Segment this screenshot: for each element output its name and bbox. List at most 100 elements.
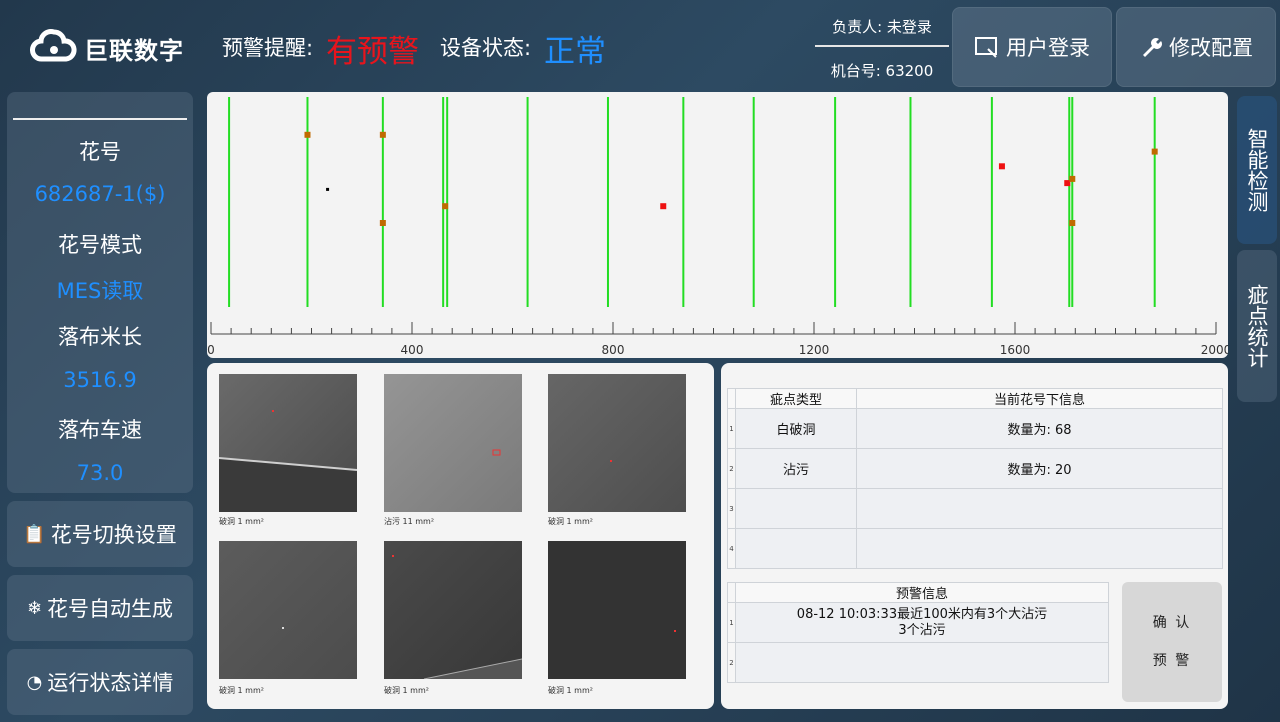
defect-point	[1069, 175, 1076, 182]
status-value: 正常	[544, 34, 606, 70]
defect-point	[379, 220, 386, 226]
defect-type-cell	[735, 528, 857, 569]
warn-value: 有预警	[326, 34, 419, 70]
pattern-autogen-label: 花号自动生成	[47, 597, 174, 621]
row-number: 1	[727, 602, 736, 643]
defect-thumbnail[interactable]	[548, 374, 686, 512]
speed-label: 落布车速	[58, 418, 142, 442]
x-tick-label: 0	[207, 343, 215, 357]
defect-type-cell	[735, 488, 857, 529]
owner-divider	[815, 45, 949, 47]
confirm-warning-button[interactable]: 确 认 预 警	[1122, 582, 1222, 702]
config-button-label: 修改配置	[1169, 36, 1253, 60]
column-header: 疵点类型	[735, 388, 857, 409]
table-row[interactable]: 2 沾污 数量为: 20	[727, 448, 1223, 489]
pattern-label: 花号	[79, 140, 121, 164]
length-value: 3516.9	[63, 368, 137, 392]
thumbnail-caption: 沾污 11 mm²	[384, 517, 435, 526]
login-icon	[974, 35, 1000, 59]
thumbnail-caption: 破洞 1 mm²	[384, 686, 429, 695]
tab-defect-statistics[interactable]: 疵点统计	[1237, 250, 1277, 402]
pattern-autogen-button[interactable]: ❄ 花号自动生成	[7, 575, 193, 641]
x-tick-label: 1200	[799, 343, 830, 357]
x-tick-label: 2000	[1201, 343, 1228, 357]
confirm-warning-label: 确 认	[1152, 615, 1192, 631]
clipboard-icon: 📋	[23, 523, 46, 545]
panel-divider	[13, 118, 187, 120]
machine-number: 机台号: 63200	[830, 62, 934, 80]
warning-message-line: 3个沾污	[898, 622, 946, 638]
defect-distribution-chart: 0 400 800 1200 1600 2000	[207, 92, 1228, 358]
tab-smart-detection[interactable]: 智能检测	[1237, 96, 1277, 244]
owner-text: 负责人: 未登录	[832, 18, 932, 36]
defect-point	[998, 163, 1005, 170]
defect-point	[1151, 148, 1158, 155]
table-header-row: 预警信息	[727, 582, 1109, 603]
defect-info-cell	[856, 488, 1223, 529]
warning-message-cell	[735, 642, 1109, 683]
row-number-header	[727, 582, 736, 603]
thumbnail-caption: 破洞 1 mm²	[219, 686, 264, 695]
row-number-header	[727, 388, 736, 409]
row-number: 4	[727, 528, 736, 569]
defect-type-cell: 沾污	[735, 448, 857, 489]
status-label: 设备状态:	[440, 36, 532, 60]
pattern-switch-label: 花号切换设置	[50, 523, 177, 547]
config-button[interactable]: 修改配置	[1116, 7, 1276, 87]
table-row[interactable]: 3	[727, 488, 1223, 529]
table-row[interactable]: 2	[727, 642, 1109, 683]
table-row[interactable]: 4	[727, 528, 1223, 569]
defect-type-cell: 白破洞	[735, 408, 857, 449]
pie-chart-icon: ◔	[26, 671, 43, 693]
defect-thumbnail[interactable]	[384, 374, 522, 512]
defect-info-cell: 数量为: 68	[856, 408, 1223, 449]
warning-table: 预警信息 1 08-12 10:03:33最近100米内有3个大沾污 3个沾污 …	[727, 582, 1109, 683]
warn-label: 预警提醒:	[222, 36, 314, 60]
table-row[interactable]: 1 08-12 10:03:33最近100米内有3个大沾污 3个沾污	[727, 602, 1109, 643]
x-tick-label: 800	[602, 343, 625, 357]
warning-message-cell: 08-12 10:03:33最近100米内有3个大沾污 3个沾污	[735, 602, 1109, 643]
run-status-label: 运行状态详情	[47, 671, 174, 695]
defect-thumbnail[interactable]	[218, 374, 358, 512]
pattern-info-panel: 花号 682687-1($) 花号模式 MES读取 落布米长 3516.9 落布…	[7, 92, 193, 493]
defect-point	[379, 131, 386, 138]
pattern-switch-button[interactable]: 📋 花号切换设置	[7, 501, 193, 567]
warning-message-line: 08-12 10:03:33最近100米内有3个大沾污	[796, 606, 1048, 622]
defect-thumbnail-panel: 破洞 1 mm² 沾污 11 mm² 破洞 1 mm² 破洞 1 mm² 破洞 …	[207, 363, 714, 709]
defect-point	[442, 203, 449, 210]
confirm-warning-label: 预 警	[1152, 653, 1192, 669]
defect-point	[1069, 220, 1076, 226]
row-number: 3	[727, 488, 736, 529]
login-button-label: 用户登录	[1006, 36, 1090, 60]
tab-smart-detection-label: 智能检测	[1245, 128, 1269, 212]
table-row[interactable]: 1 白破洞 数量为: 68	[727, 408, 1223, 449]
x-tick-label: 1600	[1000, 343, 1031, 357]
column-header: 当前花号下信息	[856, 388, 1223, 409]
defect-info-cell: 数量为: 20	[856, 448, 1223, 489]
length-label: 落布米长	[58, 325, 142, 349]
defect-thumbnail[interactable]	[384, 541, 523, 680]
defect-info-panel: 疵点类型 当前花号下信息 1 白破洞 数量为: 68 2 沾污 数量为: 20 …	[721, 363, 1228, 709]
defect-point	[660, 203, 667, 210]
chart-svg: 0 400 800 1200 1600 2000	[207, 97, 1228, 357]
row-number: 2	[727, 448, 736, 489]
table-header-row: 疵点类型 当前花号下信息	[727, 388, 1223, 409]
row-number: 2	[727, 642, 736, 683]
x-tick-label: 400	[401, 343, 424, 357]
thumbnail-caption: 破洞 1 mm²	[219, 517, 264, 526]
mode-value: MES读取	[56, 279, 144, 303]
thumbnail-caption: 破洞 1 mm²	[548, 686, 593, 695]
defect-info-cell	[856, 528, 1223, 569]
defect-point	[304, 131, 311, 138]
defect-point	[326, 187, 330, 191]
defect-thumbnail[interactable]	[548, 541, 686, 679]
mode-label: 花号模式	[58, 233, 142, 257]
cloud-logo-icon	[30, 29, 77, 62]
run-status-button[interactable]: ◔ 运行状态详情	[7, 649, 193, 715]
pattern-value: 682687-1($)	[34, 182, 166, 206]
login-button[interactable]: 用户登录	[952, 7, 1112, 87]
defect-thumbnail[interactable]	[219, 541, 357, 679]
snowflake-icon: ❄	[26, 597, 43, 619]
warning-header: 预警信息	[735, 582, 1109, 603]
row-number: 1	[727, 408, 736, 449]
